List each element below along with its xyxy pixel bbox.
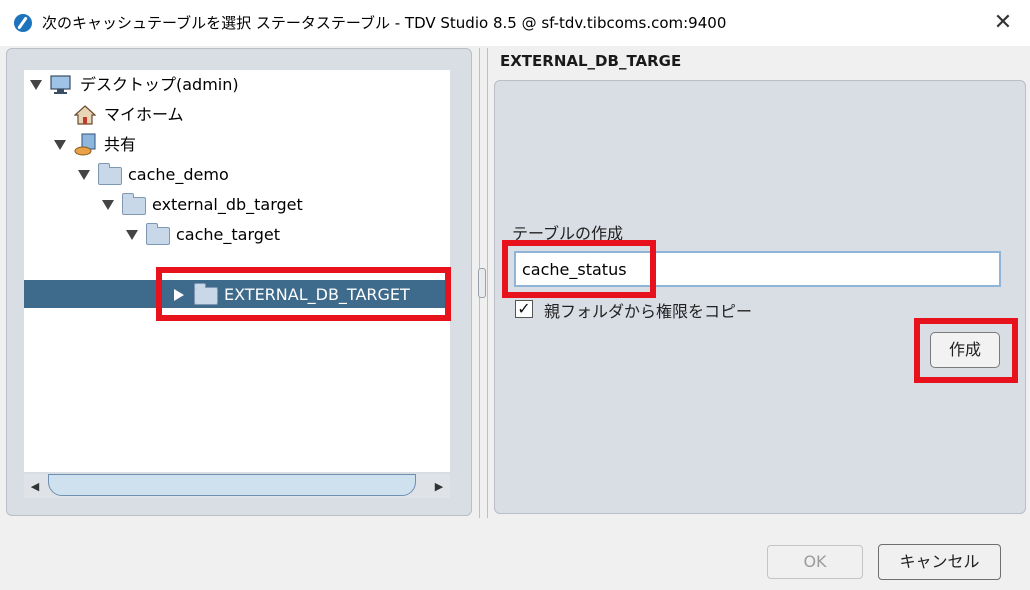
splitter-grip-icon[interactable] [478, 268, 486, 298]
expand-triangle-icon[interactable] [54, 140, 66, 150]
scroll-left-icon[interactable]: ◀ [28, 480, 42, 494]
scrollbar-thumb[interactable] [48, 474, 416, 496]
expand-triangle-icon[interactable] [30, 80, 42, 90]
selected-folder-title: EXTERNAL_DB_TARGE [500, 52, 682, 70]
close-button[interactable]: ✕ [986, 6, 1020, 40]
highlight-box-create-button [914, 318, 1018, 383]
expand-triangle-icon[interactable] [78, 170, 90, 180]
splitter-line [487, 48, 488, 518]
tree-item-label: external_db_target [152, 195, 303, 214]
highlight-box-table-name [502, 240, 656, 298]
home-icon [74, 105, 96, 125]
copy-permissions-label[interactable]: 親フォルダから権限をコピー [544, 298, 752, 322]
folder-icon [122, 193, 146, 215]
shared-icon [74, 133, 96, 156]
expand-triangle-icon[interactable] [126, 230, 138, 240]
tree-item-label: 共有 [104, 135, 137, 154]
folder-icon [98, 163, 122, 185]
tree-item-label: デスクトップ(admin) [80, 75, 239, 94]
ok-button[interactable]: OK [767, 545, 863, 579]
highlight-box-tree-selection [156, 267, 451, 321]
expand-triangle-icon[interactable] [102, 200, 114, 210]
window-title: 次のキャッシュテーブルを選択 ステータステーブル - TDV Studio 8.… [42, 14, 727, 32]
tdv-logo-icon [14, 14, 32, 32]
tree-item-label: cache_demo [128, 165, 229, 184]
scroll-right-icon[interactable]: ▶ [432, 480, 446, 494]
folder-icon [146, 223, 170, 245]
tree-item-label: cache_target [176, 225, 281, 244]
cancel-button[interactable]: キャンセル [878, 544, 1001, 580]
tree-item-label: マイホーム [104, 105, 184, 124]
desktop-icon [50, 75, 71, 94]
copy-permissions-checkbox[interactable]: ✓ [515, 300, 533, 318]
